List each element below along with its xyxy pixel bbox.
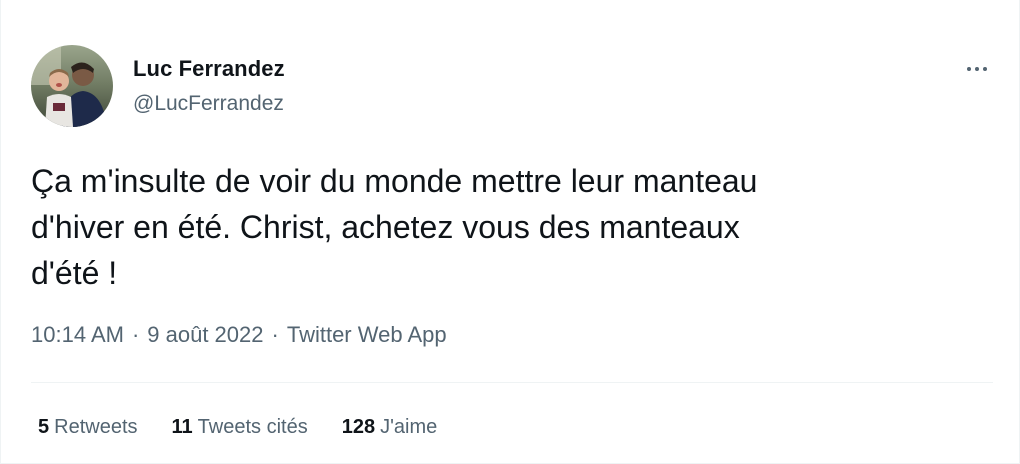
meta-separator: · (271, 322, 279, 347)
author-handle[interactable]: @LucFerrandez (133, 92, 284, 116)
divider (31, 382, 993, 383)
tweet-text: Ça m'insulte de voir du monde mettre leu… (31, 163, 758, 291)
tweet-meta: 10:14 AM · 9 août 2022 · Twitter Web App (31, 322, 447, 348)
tweet-stats: 5 Retweets 11 Tweets cités 128 J'aime (38, 416, 437, 439)
more-dot (967, 67, 971, 71)
more-options-icon[interactable] (959, 58, 995, 80)
tweet-source-app[interactable]: Twitter Web App (287, 322, 447, 348)
author-name[interactable]: Luc Ferrandez (133, 56, 285, 82)
quote-tweets-stat[interactable]: 11 Tweets cités (172, 416, 308, 439)
quotes-count: 11 (171, 416, 193, 438)
tweet-card: Luc Ferrandez @LucFerrandez Ça m'insulte… (0, 0, 1020, 464)
more-dot (975, 67, 979, 71)
likes-stat[interactable]: 128 J'aime (342, 416, 438, 439)
retweets-count: 5 (38, 416, 50, 438)
likes-label: J'aime (380, 416, 438, 438)
retweets-stat[interactable]: 5 Retweets (38, 416, 138, 439)
avatar[interactable] (31, 45, 113, 127)
meta-separator: · (131, 322, 140, 347)
likes-count: 128 (341, 416, 376, 438)
tweet-time[interactable]: 10:14 AM (31, 322, 124, 348)
more-dot (983, 67, 987, 71)
retweets-label: Retweets (54, 416, 138, 438)
quotes-label: Tweets cités (197, 416, 308, 438)
tweet-date[interactable]: 9 août 2022 (147, 322, 263, 348)
